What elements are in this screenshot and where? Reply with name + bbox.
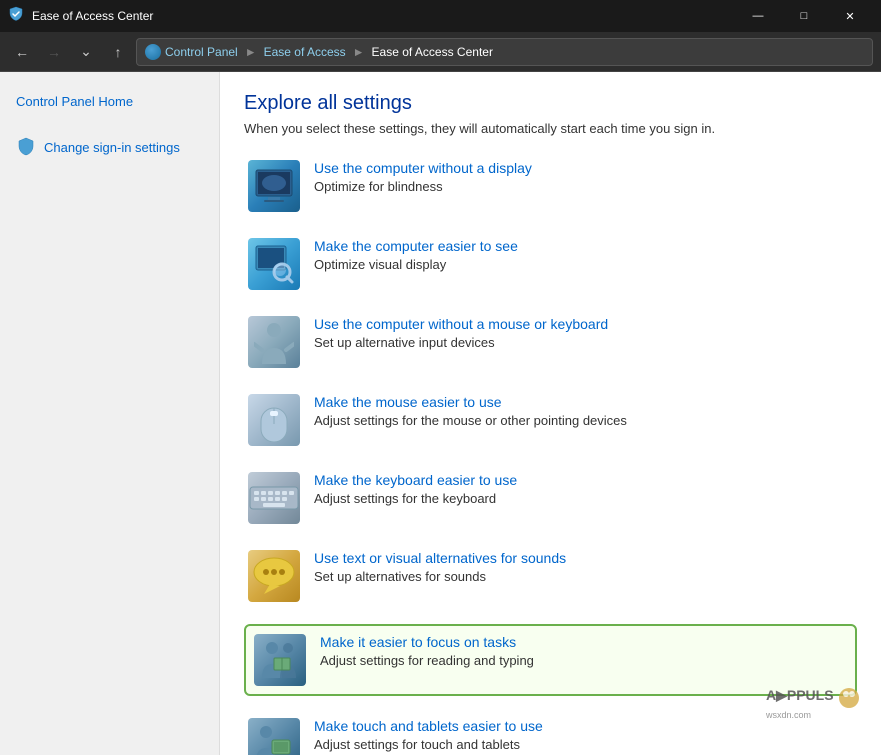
setting-touch-tablets-text: Make touch and tablets easier to use Adj… (314, 718, 853, 754)
title-bar: Ease of Access Center — □ ✕ (0, 0, 881, 32)
shield-blue-icon (16, 137, 36, 157)
focus-icon (254, 634, 306, 686)
setting-easier-keyboard-link[interactable]: Make the keyboard easier to use (314, 472, 853, 488)
speech-bubble-icon (248, 550, 300, 602)
recent-button[interactable]: ⌄ (72, 38, 100, 66)
section-title: Explore all settings (244, 92, 857, 115)
address-breadcrumb: Control Panel ► Ease of Access ► Ease of… (136, 38, 873, 66)
sidebar: Control Panel Home Change sign-in settin… (0, 72, 220, 755)
setting-no-display-link[interactable]: Use the computer without a display (314, 160, 853, 176)
breadcrumb-sep-2: ► (353, 45, 365, 59)
breadcrumb-current: Ease of Access Center (372, 45, 493, 59)
section-subtitle: When you select these settings, they wil… (244, 121, 857, 136)
keyboard-icon (248, 472, 300, 524)
main-area: Control Panel Home Change sign-in settin… (0, 72, 881, 755)
setting-easier-keyboard-text: Make the keyboard easier to use Adjust s… (314, 472, 853, 508)
sidebar-control-panel-home[interactable]: Control Panel Home (0, 88, 219, 115)
up-button[interactable]: ↑ (104, 38, 132, 66)
setting-easier-keyboard-desc: Adjust settings for the keyboard (314, 491, 496, 506)
setting-focus-tasks-text: Make it easier to focus on tasks Adjust … (320, 634, 847, 670)
setting-easier-mouse-text: Make the mouse easier to use Adjust sett… (314, 394, 853, 430)
setting-no-mouse-keyboard-text: Use the computer without a mouse or keyb… (314, 316, 853, 352)
setting-easier-see[interactable]: Make the computer easier to see Optimize… (244, 234, 857, 294)
globe-icon (145, 44, 161, 60)
back-button[interactable]: ← (8, 38, 36, 66)
setting-easier-mouse[interactable]: Make the mouse easier to use Adjust sett… (244, 390, 857, 450)
maximize-button[interactable]: □ (781, 0, 827, 32)
touch-icon (248, 718, 300, 755)
control-panel-home-label: Control Panel Home (16, 94, 133, 109)
address-bar: ← → ⌄ ↑ Control Panel ► Ease of Access ►… (0, 32, 881, 72)
magnify-icon (248, 238, 300, 290)
setting-no-display-text: Use the computer without a display Optim… (314, 160, 853, 196)
setting-touch-tablets-desc: Adjust settings for touch and tablets (314, 737, 520, 752)
setting-focus-tasks[interactable]: Make it easier to focus on tasks Adjust … (244, 624, 857, 696)
setting-focus-tasks-desc: Adjust settings for reading and typing (320, 653, 534, 668)
setting-no-mouse-keyboard-desc: Set up alternative input devices (314, 335, 495, 350)
person-alt-icon (248, 316, 300, 368)
setting-visual-sounds[interactable]: Use text or visual alternatives for soun… (244, 546, 857, 606)
breadcrumb-ease-of-access[interactable]: Ease of Access (264, 45, 346, 59)
setting-visual-sounds-desc: Set up alternatives for sounds (314, 569, 486, 584)
setting-easier-keyboard[interactable]: Make the keyboard easier to use Adjust s… (244, 468, 857, 528)
setting-easier-see-text: Make the computer easier to see Optimize… (314, 238, 853, 274)
setting-visual-sounds-text: Use text or visual alternatives for soun… (314, 550, 853, 586)
minimize-button[interactable]: — (735, 0, 781, 32)
change-signin-label: Change sign-in settings (44, 140, 180, 155)
window-controls: — □ ✕ (735, 0, 873, 32)
setting-focus-tasks-link[interactable]: Make it easier to focus on tasks (320, 634, 847, 650)
setting-no-mouse-keyboard-link[interactable]: Use the computer without a mouse or keyb… (314, 316, 853, 332)
setting-easier-mouse-desc: Adjust settings for the mouse or other p… (314, 413, 627, 428)
breadcrumb-control-panel[interactable]: Control Panel (165, 45, 238, 59)
setting-no-display[interactable]: Use the computer without a display Optim… (244, 156, 857, 216)
breadcrumb-sep-1: ► (245, 45, 257, 59)
setting-easier-see-desc: Optimize visual display (314, 257, 446, 272)
setting-no-mouse-keyboard[interactable]: Use the computer without a mouse or keyb… (244, 312, 857, 372)
mouse-icon (248, 394, 300, 446)
setting-easier-mouse-link[interactable]: Make the mouse easier to use (314, 394, 853, 410)
title-bar-icon (8, 6, 24, 27)
sidebar-change-signin[interactable]: Change sign-in settings (0, 131, 219, 163)
setting-easier-see-link[interactable]: Make the computer easier to see (314, 238, 853, 254)
setting-touch-tablets[interactable]: Make touch and tablets easier to use Adj… (244, 714, 857, 755)
close-button[interactable]: ✕ (827, 0, 873, 32)
content-panel: Explore all settings When you select the… (220, 72, 881, 755)
setting-no-display-desc: Optimize for blindness (314, 179, 443, 194)
setting-visual-sounds-link[interactable]: Use text or visual alternatives for soun… (314, 550, 853, 566)
forward-button[interactable]: → (40, 38, 68, 66)
monitor-icon (248, 160, 300, 212)
window-title: Ease of Access Center (32, 9, 153, 23)
setting-touch-tablets-link[interactable]: Make touch and tablets easier to use (314, 718, 853, 734)
